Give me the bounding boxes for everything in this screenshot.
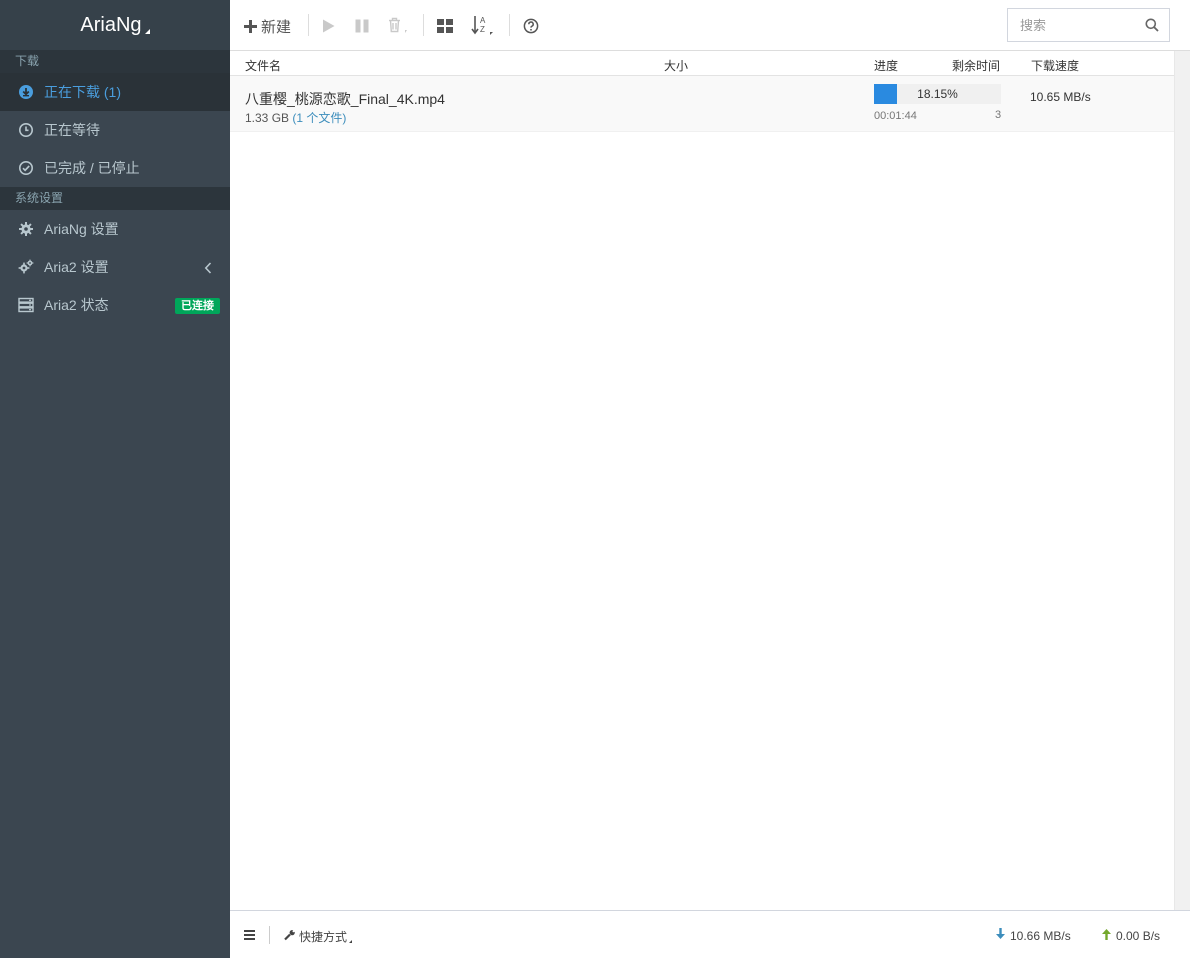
global-download-speed-value: 10.66 MB/s — [1010, 928, 1071, 943]
progress-bar: 18.15% — [874, 84, 1001, 104]
vertical-scrollbar[interactable] — [1174, 51, 1190, 911]
sidebar-item-aria2-settings[interactable]: Aria2 设置 — [0, 248, 230, 286]
check-circle-icon — [18, 160, 34, 176]
sidebar-item-label: 已完成 / 已停止 — [44, 160, 140, 176]
svg-text:Z: Z — [480, 25, 485, 34]
play-icon — [322, 19, 335, 33]
status-badge: 已连接 — [175, 298, 220, 314]
sidebar-item-label: 正在下载 (1) — [44, 84, 121, 100]
sidebar-item-ariang-settings[interactable]: AriaNg 设置 — [0, 210, 230, 248]
trash-icon — [388, 17, 408, 35]
global-upload-speed: 0.00 B/s — [1101, 928, 1160, 943]
clock-icon — [18, 122, 34, 138]
search-icon[interactable] — [1145, 18, 1159, 35]
download-circle-icon — [18, 84, 34, 100]
column-header-size[interactable]: 大小 — [664, 57, 688, 74]
sidebar-item-aria2-status[interactable]: Aria2 状态 已连接 — [0, 286, 230, 324]
grid-icon — [437, 19, 453, 33]
sidebar-item-label: 正在等待 — [44, 122, 100, 138]
search-box — [1007, 8, 1170, 42]
sort-button[interactable]: AZ — [471, 13, 495, 39]
toolbar-separator — [509, 14, 510, 36]
sidebar-item-label: Aria2 状态 — [44, 297, 109, 313]
view-toggle-button[interactable] — [437, 13, 453, 39]
gears-icon — [18, 259, 34, 275]
arrow-down-icon — [995, 928, 1006, 943]
sidebar-item-stopped[interactable]: 已完成 / 已停止 — [0, 149, 230, 187]
footer-separator — [269, 926, 270, 944]
task-download-speed: 10.65 MB/s — [1030, 90, 1091, 104]
delete-button[interactable] — [388, 13, 408, 39]
server-icon — [18, 297, 34, 313]
new-task-label: 新建 — [261, 18, 292, 36]
svg-text:A: A — [480, 16, 486, 25]
column-header-speed[interactable]: 下载速度 — [1031, 57, 1079, 74]
column-header-remaining[interactable]: 剩余时间 — [952, 57, 1000, 74]
brand-caret-icon — [144, 28, 150, 34]
sidebar-header-settings: 系统设置 — [0, 187, 230, 210]
global-download-speed: 10.66 MB/s — [995, 928, 1071, 943]
toolbar-separator — [423, 14, 424, 36]
task-size: 1.33 GB — [245, 111, 290, 125]
sidebar-header-downloads: 下载 — [0, 50, 230, 73]
wrench-icon — [284, 929, 296, 944]
help-button[interactable] — [523, 13, 539, 39]
global-upload-speed-value: 0.00 B/s — [1116, 928, 1161, 943]
column-header-progress[interactable]: 进度 — [874, 57, 898, 74]
progress-text: 18.15% — [917, 87, 958, 101]
table-row[interactable]: 八重樱_桃源恋歌_Final_4K.mp4 1.33 GB (1 个文件) 18… — [230, 76, 1174, 132]
chevron-left-icon — [204, 261, 212, 277]
arrow-up-icon — [1101, 928, 1112, 943]
sidebar: AriaNg 下载 正在下载 (1) 正在等待 已完成 / 已停止 系统设置 A… — [0, 0, 230, 958]
sidebar-item-waiting[interactable]: 正在等待 — [0, 111, 230, 149]
plus-icon — [244, 19, 257, 33]
menu-icon[interactable] — [244, 929, 255, 943]
task-remaining-time: 00:01:44 — [874, 110, 917, 122]
brand[interactable]: AriaNg — [0, 0, 230, 50]
caret-icon — [349, 939, 353, 943]
sort-alpha-icon: AZ — [471, 15, 495, 37]
brand-title: AriaNg — [80, 13, 142, 36]
start-button[interactable] — [322, 13, 335, 39]
task-meta: 1.33 GB (1 个文件) — [245, 109, 346, 126]
task-file-name[interactable]: 八重樱_桃源恋歌_Final_4K.mp4 — [245, 89, 445, 109]
new-task-button[interactable]: 新建 — [244, 13, 291, 39]
sidebar-item-label: Aria2 设置 — [44, 259, 109, 275]
footer: 快捷方式 10.66 MB/s 0.00 B/s — [230, 910, 1190, 958]
task-table-header: 文件名 大小 进度 剩余时间 下载速度 — [230, 51, 1174, 76]
sidebar-item-downloading[interactable]: 正在下载 (1) — [0, 73, 230, 111]
column-header-name[interactable]: 文件名 — [245, 57, 281, 74]
search-input[interactable] — [1008, 9, 1128, 41]
pause-icon — [355, 19, 369, 33]
shortcut-label: 快捷方式 — [299, 930, 348, 944]
question-circle-icon — [523, 18, 539, 34]
shortcut-button[interactable]: 快捷方式 — [284, 928, 353, 945]
gear-icon — [18, 221, 34, 237]
toolbar: 新建 AZ — [230, 0, 1190, 51]
task-file-count-link[interactable]: (1 个文件) — [292, 111, 346, 125]
task-connections: 3 — [995, 109, 1002, 121]
pause-button[interactable] — [355, 13, 369, 39]
toolbar-separator — [308, 14, 309, 36]
sidebar-item-label: AriaNg 设置 — [44, 221, 119, 237]
